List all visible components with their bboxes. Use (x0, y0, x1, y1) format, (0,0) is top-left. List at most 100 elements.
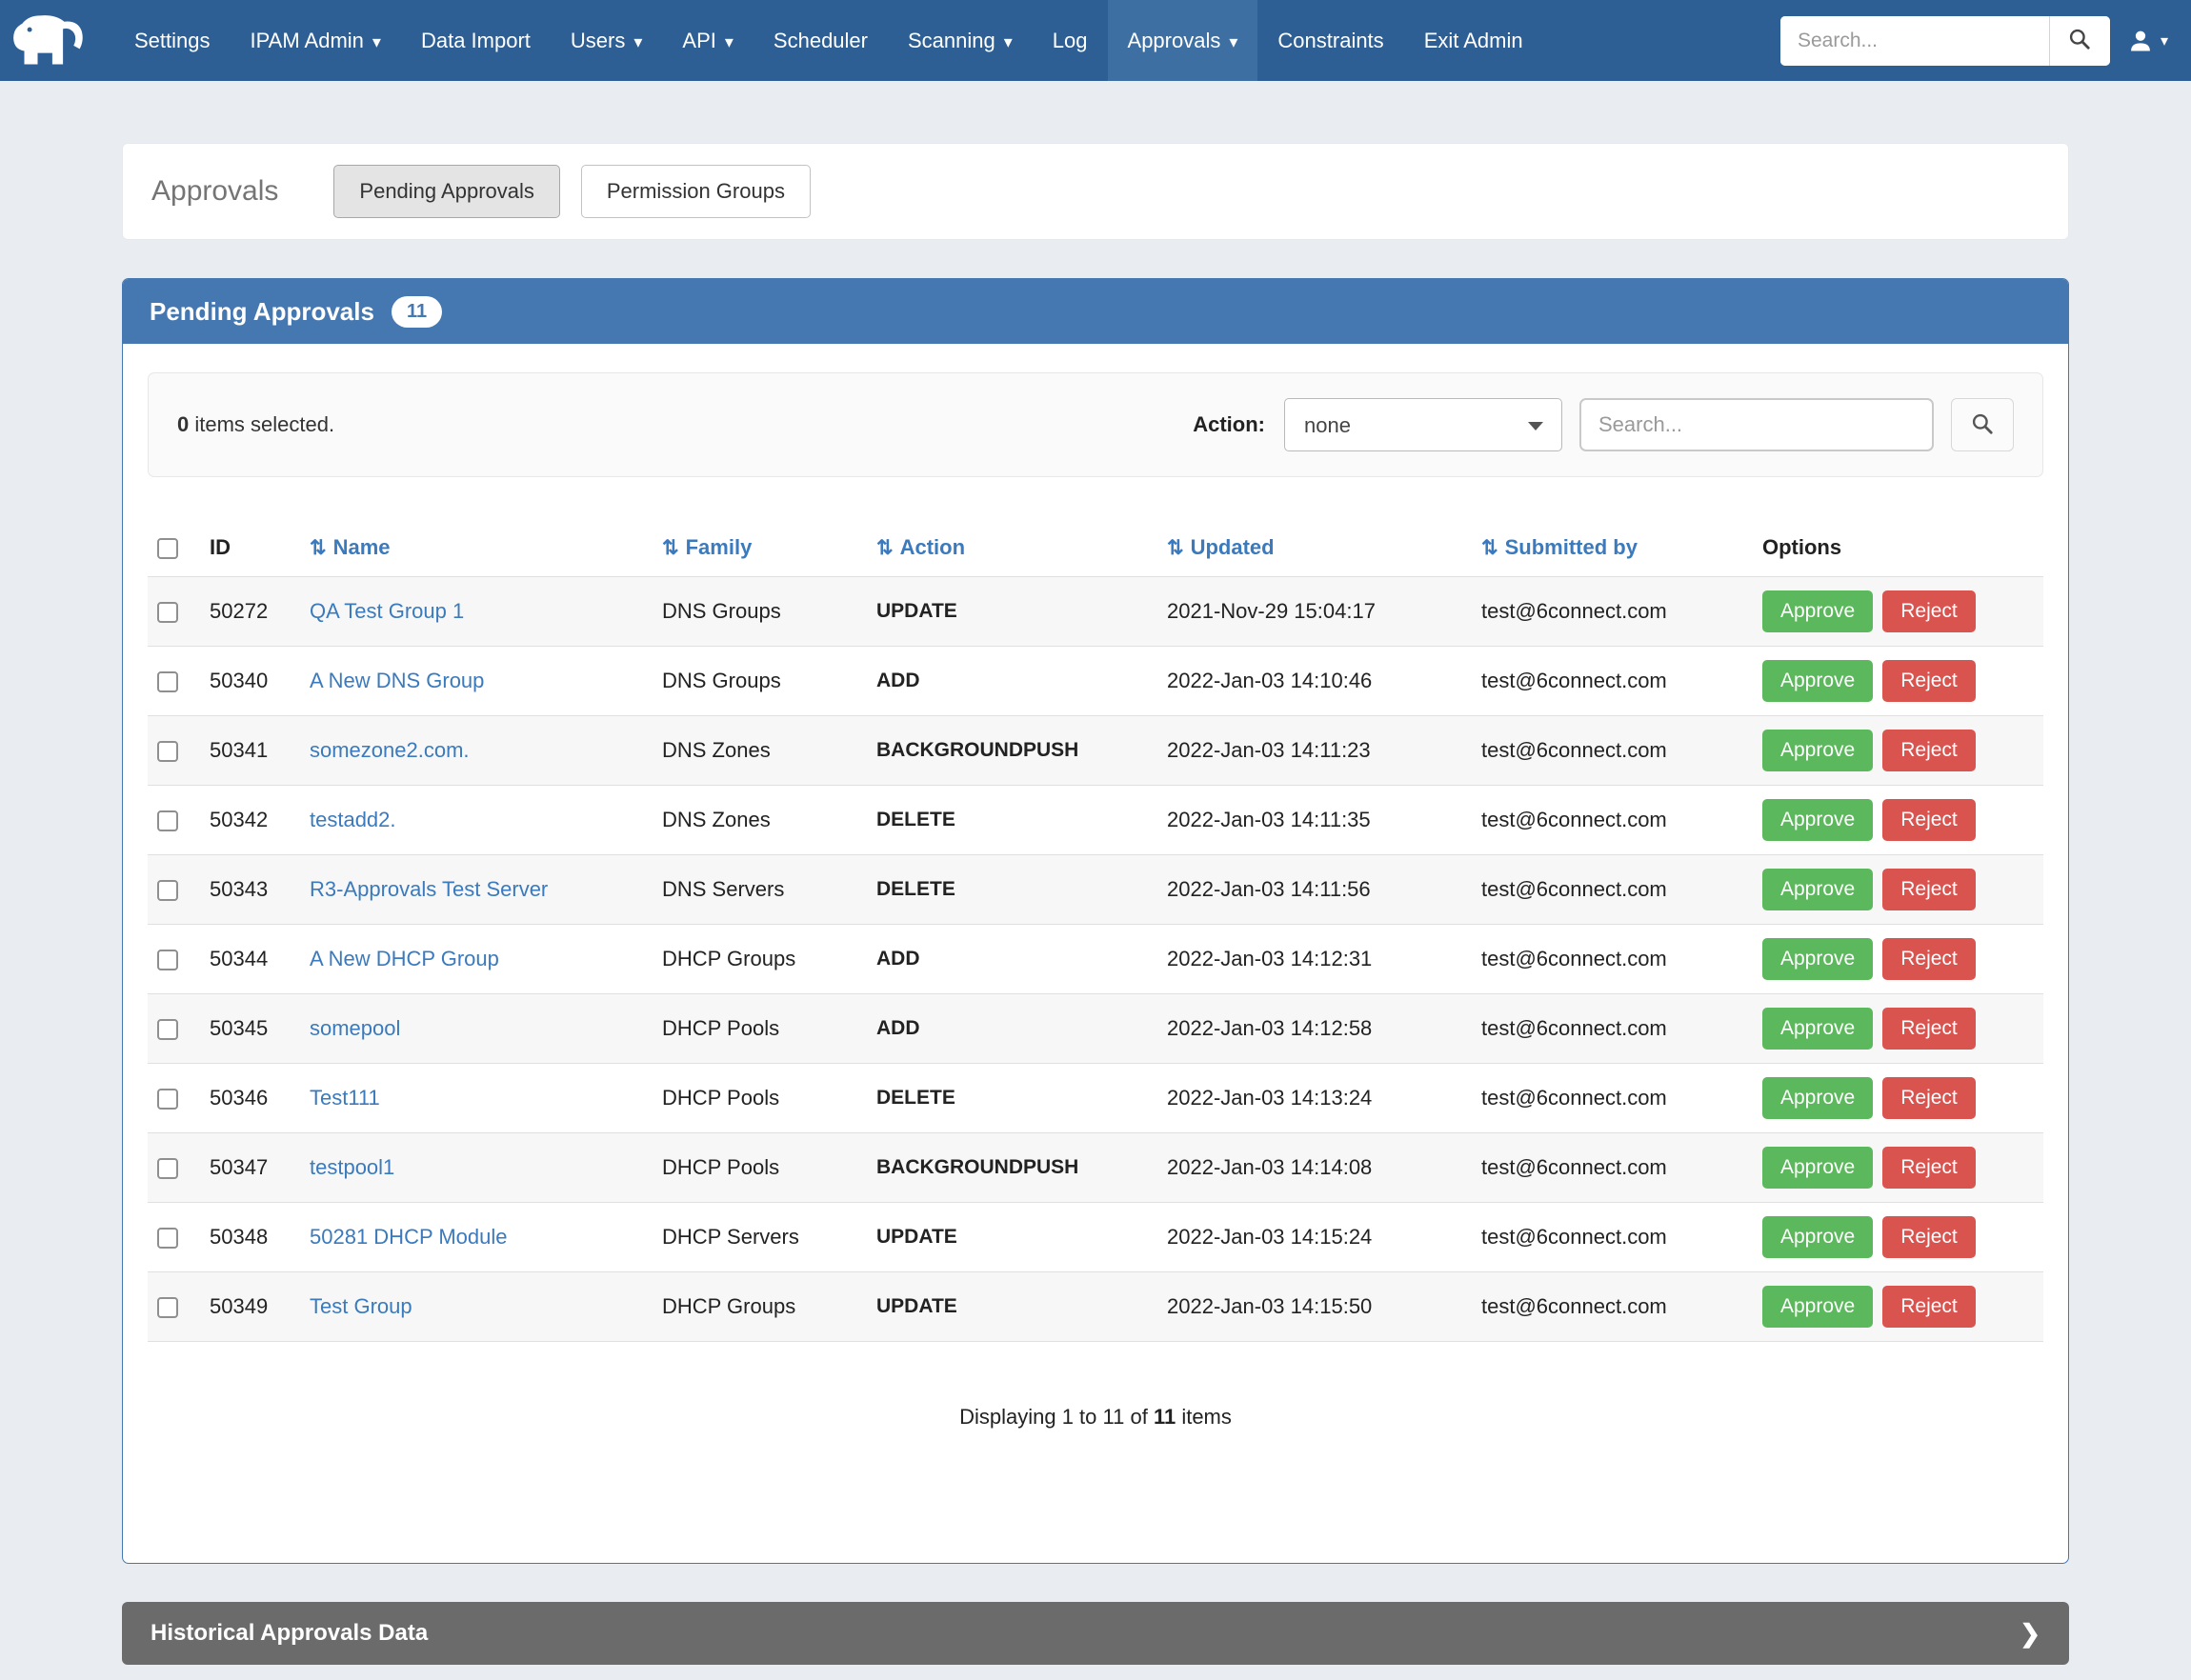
historical-approvals-bar[interactable]: Historical Approvals Data ❯ (122, 1602, 2069, 1665)
reject-button[interactable]: Reject (1882, 1077, 1976, 1119)
nav-item-scheduler[interactable]: Scheduler (754, 0, 888, 81)
row-family: DNS Servers (653, 855, 867, 925)
column-label: Submitted by (1505, 535, 1638, 559)
row-checkbox[interactable] (157, 950, 178, 970)
column-header-submitted-by[interactable]: ⇅Submitted by (1472, 519, 1753, 577)
global-search-input[interactable] (1780, 16, 2049, 66)
table-search-input[interactable] (1579, 398, 1934, 451)
row-checkbox[interactable] (157, 671, 178, 692)
nav-item-constraints[interactable]: Constraints (1257, 0, 1403, 81)
toolbar-controls: Action: none (1193, 398, 2014, 451)
global-search-button[interactable] (2049, 16, 2110, 66)
row-checkbox[interactable] (157, 741, 178, 762)
row-name-link[interactable]: Test111 (310, 1086, 380, 1110)
approve-button[interactable]: Approve (1762, 1008, 1873, 1050)
row-checkbox[interactable] (157, 810, 178, 831)
sort-icon: ⇅ (662, 537, 679, 559)
row-action: DELETE (867, 1064, 1157, 1133)
reject-button[interactable]: Reject (1882, 799, 1976, 841)
row-checkbox[interactable] (157, 1228, 178, 1249)
column-header-family[interactable]: ⇅Family (653, 519, 867, 577)
row-name-link[interactable]: testpool1 (310, 1155, 394, 1179)
nav-item-data-import[interactable]: Data Import (401, 0, 551, 81)
user-menu[interactable]: ▾ (2127, 28, 2168, 54)
nav-item-scanning[interactable]: Scanning▾ (888, 0, 1033, 81)
page-title: Approvals (151, 175, 278, 208)
row-id: 50349 (200, 1272, 300, 1342)
table-row: 50342 testadd2. DNS Zones DELETE 2022-Ja… (148, 786, 2043, 855)
nav-item-label: Data Import (421, 29, 531, 53)
approve-button[interactable]: Approve (1762, 799, 1873, 841)
row-name-link[interactable]: 50281 DHCP Module (310, 1225, 508, 1249)
column-label: Updated (1191, 535, 1275, 559)
row-checkbox[interactable] (157, 1158, 178, 1179)
row-name-link[interactable]: R3-Approvals Test Server (310, 877, 548, 901)
approve-button[interactable]: Approve (1762, 1077, 1873, 1119)
row-name-link[interactable]: testadd2. (310, 808, 396, 831)
tab-permission-groups[interactable]: Permission Groups (581, 165, 811, 218)
reject-button[interactable]: Reject (1882, 869, 1976, 910)
caret-down-icon: ▾ (372, 33, 381, 50)
row-name-link[interactable]: somezone2.com. (310, 738, 470, 762)
reject-button[interactable]: Reject (1882, 590, 1976, 632)
approve-button[interactable]: Approve (1762, 730, 1873, 771)
select-all-checkbox[interactable] (157, 538, 178, 559)
nav-item-approvals[interactable]: Approvals▾ (1108, 0, 1258, 81)
row-checkbox[interactable] (157, 602, 178, 623)
tab-pending-approvals[interactable]: Pending Approvals (333, 165, 559, 218)
column-header-updated[interactable]: ⇅ Updated (1157, 519, 1472, 577)
table-row: 50341 somezone2.com. DNS Zones BACKGROUN… (148, 716, 2043, 786)
row-submitted-by: test@6connect.com (1472, 647, 1753, 716)
column-header-id: ID (200, 519, 300, 577)
table-row: 50345 somepool DHCP Pools ADD 2022-Jan-0… (148, 994, 2043, 1064)
column-header-action[interactable]: ⇅Action (867, 519, 1157, 577)
table-row: 50349 Test Group DHCP Groups UPDATE 2022… (148, 1272, 2043, 1342)
row-name-link[interactable]: Test Group (310, 1294, 412, 1318)
pagination-status: Displaying 1 to 11 of 11 items (123, 1405, 2068, 1563)
reject-button[interactable]: Reject (1882, 660, 1976, 702)
nav-item-users[interactable]: Users▾ (551, 0, 663, 81)
row-updated: 2022-Jan-03 14:11:56 (1157, 855, 1472, 925)
reject-button[interactable]: Reject (1882, 938, 1976, 980)
sort-icon: ⇅ (1167, 537, 1184, 559)
row-name-link[interactable]: QA Test Group 1 (310, 599, 464, 623)
row-name-link[interactable]: A New DNS Group (310, 669, 484, 692)
approve-button[interactable]: Approve (1762, 590, 1873, 632)
row-checkbox[interactable] (157, 1089, 178, 1110)
column-header-name[interactable]: ⇅Name (300, 519, 653, 577)
reject-button[interactable]: Reject (1882, 730, 1976, 771)
logo[interactable] (8, 0, 88, 81)
reject-button[interactable]: Reject (1882, 1008, 1976, 1050)
approve-button[interactable]: Approve (1762, 938, 1873, 980)
nav-item-log[interactable]: Log (1033, 0, 1108, 81)
nav-item-settings[interactable]: Settings (114, 0, 231, 81)
row-family: DNS Zones (653, 716, 867, 786)
approve-button[interactable]: Approve (1762, 1216, 1873, 1258)
row-id: 50340 (200, 647, 300, 716)
row-name-link[interactable]: A New DHCP Group (310, 947, 499, 970)
row-action: ADD (867, 994, 1157, 1064)
reject-button[interactable]: Reject (1882, 1286, 1976, 1328)
row-checkbox[interactable] (157, 880, 178, 901)
action-select[interactable]: none (1284, 398, 1562, 451)
nav-item-exit-admin[interactable]: Exit Admin (1404, 0, 1543, 81)
row-checkbox[interactable] (157, 1297, 178, 1318)
approve-button[interactable]: Approve (1762, 1147, 1873, 1189)
sort-icon: ⇅ (310, 537, 327, 559)
caret-down-icon: ▾ (725, 33, 734, 50)
approve-button[interactable]: Approve (1762, 1286, 1873, 1328)
reject-button[interactable]: Reject (1882, 1216, 1976, 1258)
approvals-header-card: Approvals Pending Approvals Permission G… (122, 143, 2069, 240)
row-id: 50341 (200, 716, 300, 786)
nav-item-ipam-admin[interactable]: IPAM Admin▾ (231, 0, 401, 81)
row-checkbox[interactable] (157, 1019, 178, 1040)
sort-icon: ⇅ (876, 537, 894, 559)
row-action: UPDATE (867, 1203, 1157, 1272)
reject-button[interactable]: Reject (1882, 1147, 1976, 1189)
approve-button[interactable]: Approve (1762, 660, 1873, 702)
nav-item-api[interactable]: API▾ (662, 0, 754, 81)
row-family: DHCP Groups (653, 925, 867, 994)
row-name-link[interactable]: somepool (310, 1016, 400, 1040)
approve-button[interactable]: Approve (1762, 869, 1873, 910)
table-search-button[interactable] (1951, 398, 2014, 451)
